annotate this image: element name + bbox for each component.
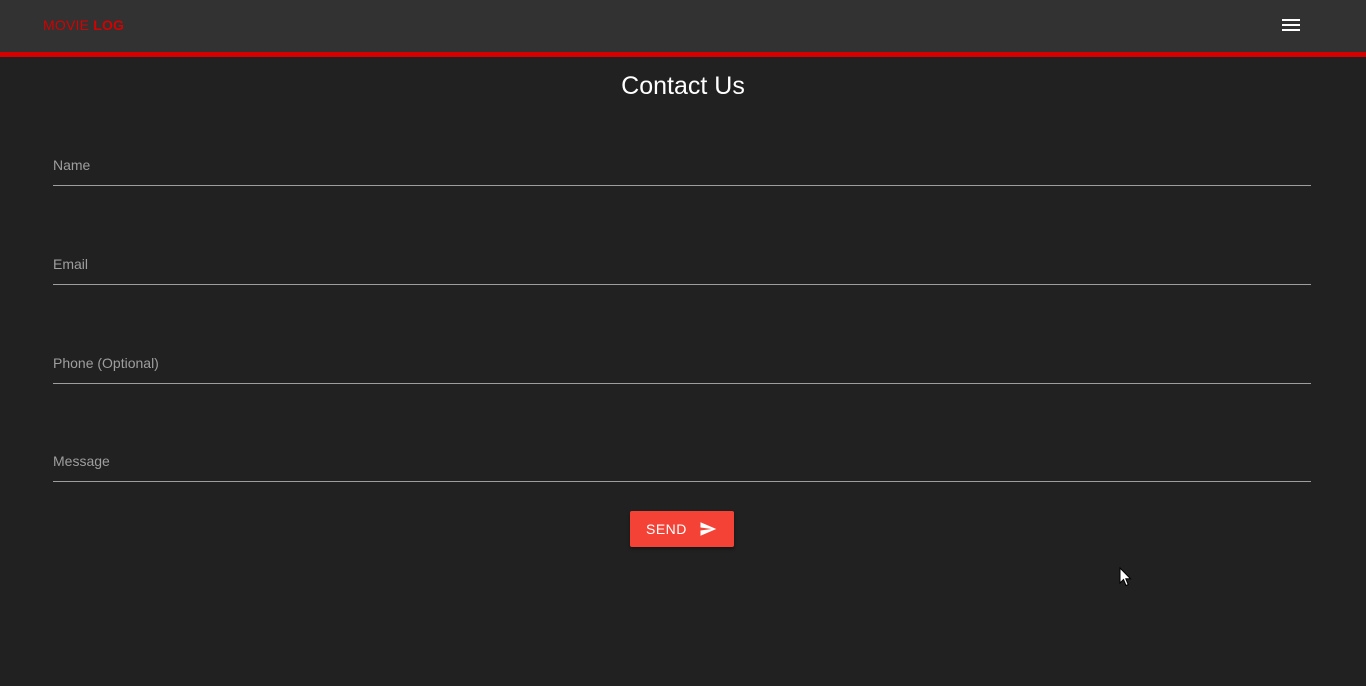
- phone-input[interactable]: [53, 343, 1311, 383]
- send-icon: [700, 522, 717, 536]
- brand-logo-movie: MOVIE: [43, 17, 94, 33]
- brand-logo[interactable]: MOVIE LOG: [43, 17, 124, 33]
- mouse-cursor-icon: [1119, 567, 1132, 587]
- phone-field: [53, 343, 1311, 384]
- send-button-label: SEND: [646, 521, 687, 537]
- menu-bar-top: [1282, 19, 1300, 21]
- send-button[interactable]: SEND: [630, 511, 734, 547]
- message-field: [53, 441, 1311, 482]
- email-field: [53, 244, 1311, 285]
- name-field: [53, 145, 1311, 186]
- page-title: Contact Us: [621, 72, 745, 100]
- message-input[interactable]: [53, 441, 1311, 481]
- hamburger-menu-icon[interactable]: [1280, 16, 1304, 34]
- navbar: MOVIE LOG: [0, 0, 1366, 57]
- email-input[interactable]: [53, 244, 1311, 284]
- menu-bar-middle: [1282, 24, 1300, 26]
- brand-logo-log: LOG: [93, 17, 125, 33]
- name-input[interactable]: [53, 145, 1311, 185]
- menu-bar-bottom: [1282, 29, 1300, 31]
